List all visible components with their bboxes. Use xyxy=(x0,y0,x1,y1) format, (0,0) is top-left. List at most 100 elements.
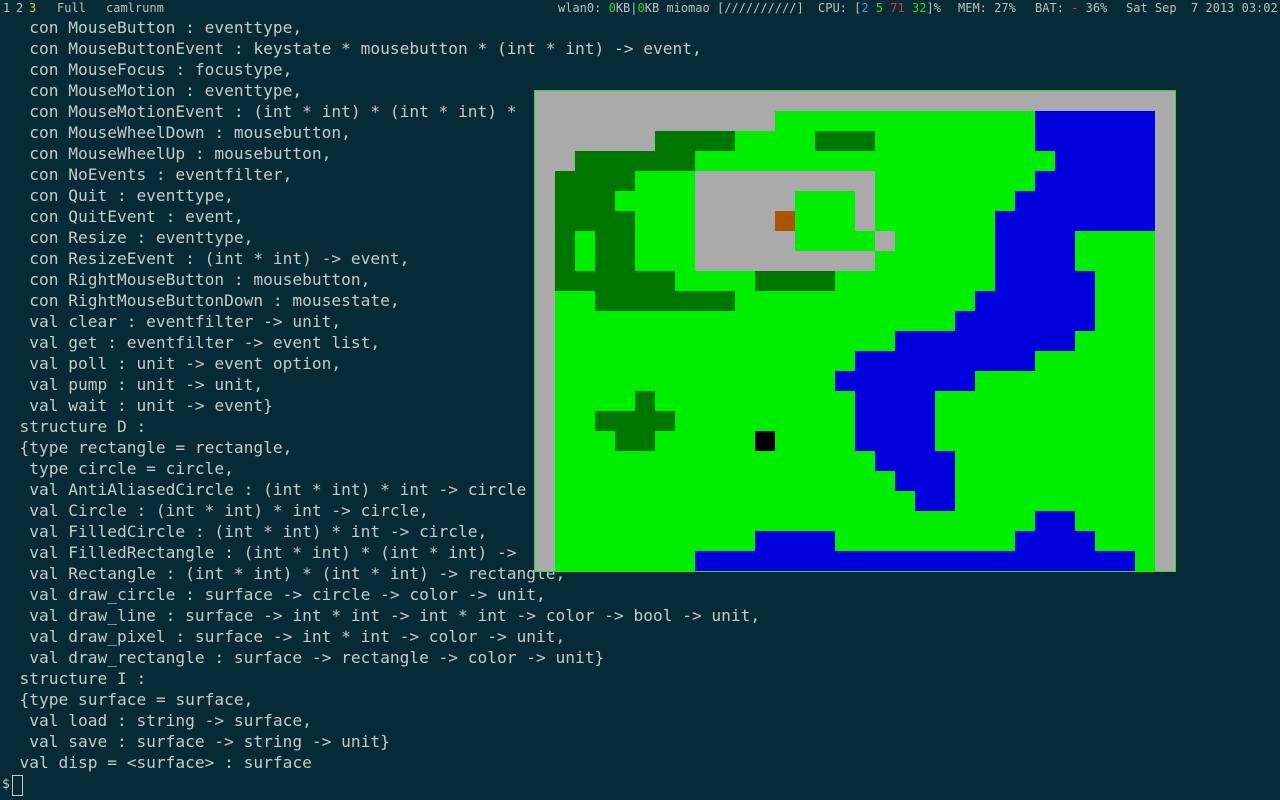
grass-tile xyxy=(675,551,695,571)
grass-tile xyxy=(895,211,915,231)
grass-tile xyxy=(875,191,895,211)
water-tile xyxy=(875,351,895,371)
water-tile xyxy=(1055,291,1075,311)
forest-tile xyxy=(755,271,775,291)
grass-tile xyxy=(1055,471,1075,491)
grass-tile xyxy=(1135,231,1155,251)
grass-tile xyxy=(555,411,575,431)
stone-tile xyxy=(555,151,575,171)
water-tile xyxy=(1055,531,1075,551)
forest-tile xyxy=(815,131,835,151)
grass-tile xyxy=(735,531,755,551)
grass-tile xyxy=(815,191,835,211)
grass-tile xyxy=(635,491,655,511)
forest-tile xyxy=(555,211,575,231)
terminal-line: con NoEvents : eventfilter, xyxy=(0,165,293,184)
grass-tile xyxy=(935,431,955,451)
workspace-tag-2[interactable]: 2 xyxy=(16,0,23,17)
grass-tile xyxy=(715,351,735,371)
grass-tile xyxy=(1135,371,1155,391)
grass-tile xyxy=(795,311,815,331)
terminal-line: con MouseFocus : focustype, xyxy=(0,60,293,79)
shell-prompt[interactable]: $ xyxy=(2,774,23,796)
grass-tile xyxy=(735,391,755,411)
grass-tile xyxy=(915,271,935,291)
tile-map-canvas[interactable] xyxy=(535,91,1175,571)
forest-tile xyxy=(655,411,675,431)
grass-tile xyxy=(1135,251,1155,271)
water-tile xyxy=(1055,271,1075,291)
layout-indicator[interactable]: Full xyxy=(57,0,86,17)
stone-tile xyxy=(775,251,795,271)
grass-tile xyxy=(975,531,995,551)
grass-tile xyxy=(995,111,1015,131)
water-tile xyxy=(975,331,995,351)
grass-tile xyxy=(1115,491,1135,511)
water-tile xyxy=(855,391,875,411)
water-tile xyxy=(895,371,915,391)
water-tile xyxy=(935,351,955,371)
grass-tile xyxy=(1075,251,1095,271)
grass-tile xyxy=(895,291,915,311)
grass-tile xyxy=(795,231,815,251)
water-tile xyxy=(1035,531,1055,551)
grass-tile xyxy=(695,491,715,511)
terminal-line: val FilledRectangle : (int * int) * (int… xyxy=(0,543,527,562)
stone-tile xyxy=(595,131,615,151)
workspace-tag-1[interactable]: 1 xyxy=(3,0,10,17)
stone-tile xyxy=(775,171,795,191)
stone-tile xyxy=(735,171,755,191)
grass-tile xyxy=(875,511,895,531)
grass-tile xyxy=(755,471,775,491)
water-tile xyxy=(755,551,775,571)
grass-tile xyxy=(635,211,655,231)
grass-tile xyxy=(1055,411,1075,431)
grass-tile xyxy=(1015,491,1035,511)
water-tile xyxy=(1075,531,1095,551)
stone-tile xyxy=(715,111,735,131)
water-tile xyxy=(955,371,975,391)
grass-tile xyxy=(615,511,635,531)
water-tile xyxy=(1035,171,1055,191)
grass-tile xyxy=(1075,231,1095,251)
grass-tile xyxy=(935,311,955,331)
grass-tile xyxy=(1055,351,1075,371)
stone-tile xyxy=(715,231,735,251)
stone-tile xyxy=(815,251,835,271)
grass-tile xyxy=(935,531,955,551)
grass-tile xyxy=(695,431,715,451)
terminal-line: val save : surface -> string -> unit} xyxy=(0,732,390,751)
grass-tile xyxy=(1135,551,1155,571)
grass-tile xyxy=(955,291,975,311)
grass-tile xyxy=(695,451,715,471)
grass-tile xyxy=(695,151,715,171)
stone-tile xyxy=(615,111,635,131)
water-tile xyxy=(1115,151,1135,171)
grass-tile xyxy=(995,511,1015,531)
grass-tile xyxy=(815,231,835,251)
grass-tile xyxy=(1015,411,1035,431)
grass-tile xyxy=(895,151,915,171)
sdl-graphics-window[interactable] xyxy=(534,90,1176,572)
grass-tile xyxy=(955,531,975,551)
terminal-line: val clear : eventfilter -> unit, xyxy=(0,312,342,331)
grass-tile xyxy=(1015,511,1035,531)
grass-tile xyxy=(815,111,835,131)
workspace-tag-3[interactable]: 3 xyxy=(29,0,36,17)
grass-tile xyxy=(695,271,715,291)
grass-tile xyxy=(995,371,1015,391)
grass-tile xyxy=(835,311,855,331)
water-tile xyxy=(935,471,955,491)
grass-tile xyxy=(955,171,975,191)
grass-tile xyxy=(675,231,695,251)
grass-tile xyxy=(755,351,775,371)
water-tile xyxy=(975,311,995,331)
forest-tile xyxy=(595,411,615,431)
grass-tile xyxy=(895,191,915,211)
water-tile xyxy=(915,391,935,411)
grass-tile xyxy=(935,511,955,531)
water-tile xyxy=(855,431,875,451)
grass-tile xyxy=(995,471,1015,491)
grass-tile xyxy=(915,291,935,311)
grass-tile xyxy=(895,491,915,511)
